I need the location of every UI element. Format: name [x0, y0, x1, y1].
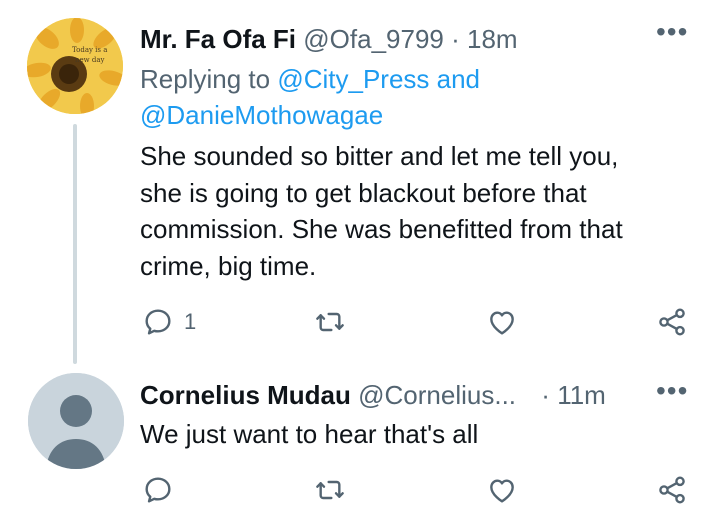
tweet-text-line: We just want to hear that's all [140, 419, 479, 449]
timestamp[interactable]: 11m [557, 380, 606, 410]
avatar[interactable] [28, 373, 124, 469]
mention-link[interactable]: @City_Press [277, 64, 429, 94]
reply-icon [145, 477, 171, 503]
retweet-button[interactable] [314, 302, 346, 342]
share-icon [659, 308, 685, 336]
tweet-text-line: commission. She was benefitted from that [140, 214, 623, 244]
like-icon [490, 311, 514, 335]
reply-count: 1 [184, 309, 197, 334]
reply-icon [145, 309, 171, 335]
share-button[interactable] [656, 470, 688, 510]
mention-link[interactable]: @DanieMothowagae [140, 100, 383, 130]
like-button[interactable] [486, 302, 518, 342]
avatar-caption-1: Today is a [72, 46, 107, 54]
action-bar [140, 470, 700, 510]
tweet-header: Cornelius Mudau @Cornelius... · 11m [140, 380, 606, 410]
more-icon[interactable]: ••• [656, 377, 688, 405]
tweet[interactable]: Today is a new day Mr. Fa Ofa Fi @Ofa_97… [0, 0, 720, 364]
timestamp[interactable]: 18m [467, 24, 518, 54]
share-icon [659, 476, 685, 504]
reply-button[interactable]: 1 [142, 302, 196, 342]
separator: · [451, 24, 460, 54]
share-button[interactable] [656, 302, 688, 342]
mention-and[interactable]: and [437, 64, 480, 94]
retweet-button[interactable] [314, 470, 346, 510]
author-handle[interactable]: @Cornelius... [358, 380, 516, 410]
tweet-text: She sounded so bitter and let me tell yo… [140, 138, 710, 284]
tweet-header: Mr. Fa Ofa Fi @Ofa_9799 · 18m [140, 24, 518, 54]
default-avatar-icon [28, 373, 124, 469]
avatar-caption-2: new day [75, 56, 105, 64]
author-name[interactable]: Mr. Fa Ofa Fi [140, 24, 296, 54]
tweet-text-line: crime, big time. [140, 250, 317, 281]
retweet-icon [316, 312, 344, 332]
author-handle[interactable]: @Ofa_9799 [303, 24, 444, 54]
like-button[interactable] [486, 470, 518, 510]
separator: · [541, 380, 550, 410]
tweet-text-line: she is going to get blackout before that [140, 177, 587, 208]
like-icon [490, 479, 514, 503]
replying-to: Replying to @City_Press and @DanieMothow… [140, 61, 700, 133]
reply-button[interactable] [142, 470, 174, 510]
action-bar: 1 [140, 302, 700, 342]
author-name[interactable]: Cornelius Mudau [140, 380, 351, 410]
replying-to-label: Replying to [140, 64, 271, 94]
avatar[interactable]: Today is a new day [27, 18, 123, 114]
tweet-text: We just want to hear that's all [140, 416, 710, 453]
tweet-text-line: She sounded so bitter and let me tell yo… [140, 141, 619, 171]
retweet-icon [316, 480, 344, 500]
thread-line [73, 124, 77, 364]
more-icon[interactable]: ••• [656, 18, 688, 46]
